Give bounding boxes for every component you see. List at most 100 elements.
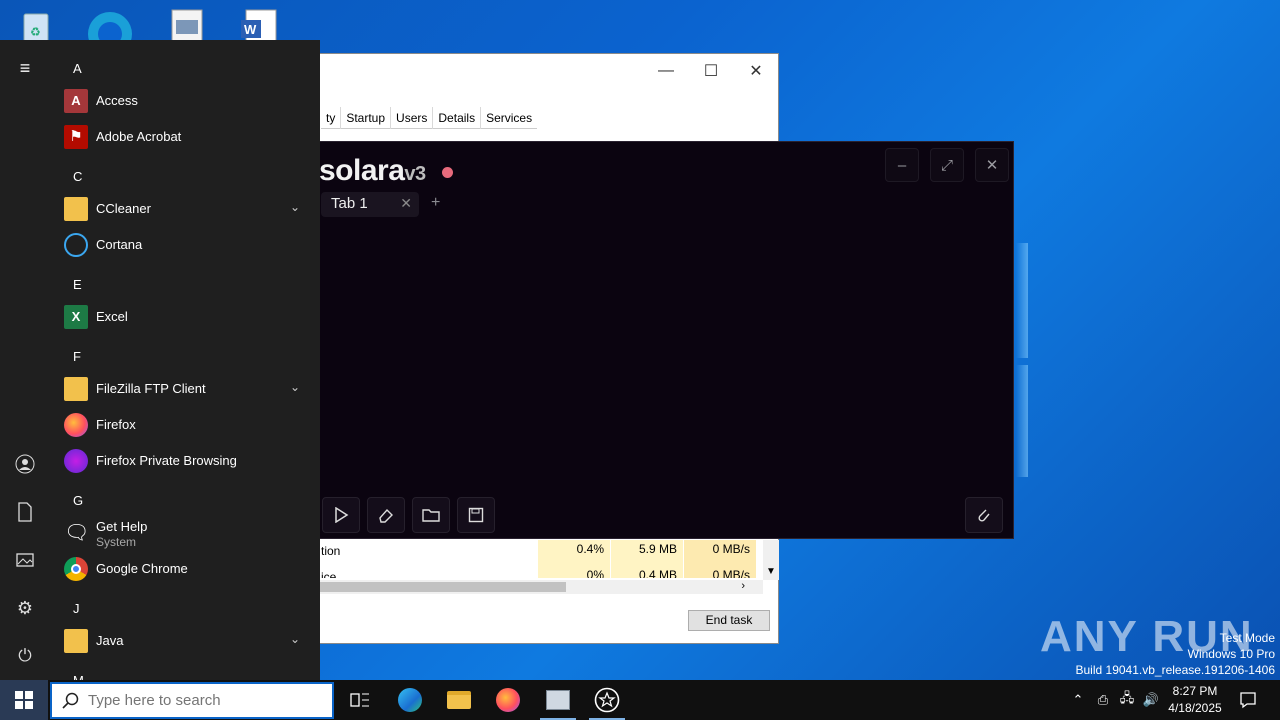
pictures-icon[interactable] [13,548,37,572]
recycle-bin-icon[interactable]: ♻ [14,6,58,43]
scrollbar-thumb[interactable] [301,582,566,592]
logo-text: solara [319,154,405,187]
minimize-button[interactable]: — [643,58,689,84]
group-letter[interactable]: C [73,169,82,184]
close-button[interactable]: ✕ [975,148,1009,182]
app-java[interactable]: Java ⌄ [60,623,310,659]
end-task-button[interactable]: End task [688,610,770,631]
app-firefox-private[interactable]: Firefox Private Browsing [60,443,310,479]
wallpaper-beam [1016,243,1028,358]
device-icon[interactable]: ⎙ [1093,680,1113,720]
close-button[interactable]: ✕ [733,58,779,84]
solara-window: solarav3 – ⤢ ✕ Tab 1 ✕ + [300,141,1014,539]
cpu-cell: 0% [538,566,610,578]
app-name: FileZilla FTP Client [96,381,206,396]
taskbar-firefox[interactable] [484,680,532,720]
tab-startup[interactable]: Startup [340,107,390,129]
app-cortana[interactable]: Cortana [60,227,310,263]
app-name: Access [96,93,138,108]
chevron-down-icon[interactable]: ⌄ [290,200,300,214]
disk-cell: 0 MB/s [684,566,756,578]
expand-button[interactable]: ⤢ [930,148,964,182]
edge-icon[interactable] [88,6,132,56]
start-menu: ≡ ⚙ ⏻ A A Access ⚑ Adobe Acrobat C CClea… [0,40,320,680]
open-file-button[interactable] [412,497,450,533]
firefox-private-icon [64,449,88,473]
search-input[interactable] [88,692,318,709]
script-editor[interactable] [311,226,1005,490]
system-clock[interactable]: 8:27 PM 4/18/2025 [1160,683,1230,717]
folder-icon [422,509,440,522]
wallpaper-beam [1016,365,1028,477]
clock-date: 4/18/2025 [1168,701,1222,715]
search-icon [62,692,79,709]
group-letter[interactable]: A [73,61,82,76]
group-letter[interactable]: M [73,673,84,680]
close-tab-icon[interactable]: ✕ [400,195,412,212]
folder-icon [64,629,88,653]
clear-button[interactable] [367,497,405,533]
vertical-scrollbar[interactable]: ▼ [763,540,779,580]
scroll-right-icon[interactable]: › [741,580,745,592]
action-center-icon[interactable] [1236,680,1260,720]
app-firefox[interactable]: Firefox [60,407,310,443]
save-button[interactable] [457,497,495,533]
execute-button[interactable] [322,497,360,533]
taskbar-task-manager[interactable] [534,680,582,720]
test-mode-text: Test Mode Windows 10 Pro Build 19041.vb_… [1076,630,1276,678]
hamburger-menu-icon[interactable]: ≡ [13,56,37,80]
eraser-icon [379,508,393,523]
memory-cell: 0.4 MB [611,566,683,578]
tab-performance[interactable]: ty [321,107,340,129]
group-letter[interactable]: J [73,601,80,616]
app-get-help[interactable]: 🗨 Get Help System [60,515,310,555]
word-icon[interactable]: W [238,6,282,43]
attach-button[interactable] [965,497,1003,533]
minimize-button[interactable]: – [885,148,919,182]
editor-tab[interactable]: Tab 1 ✕ [321,192,419,217]
app-adobe-acrobat[interactable]: ⚑ Adobe Acrobat [60,119,310,155]
maximize-button[interactable]: ☐ [688,58,734,84]
volume-icon[interactable]: 🔊 [1141,680,1161,720]
process-name: ice [321,570,337,578]
process-row[interactable]: tion 0.4% 5.9 MB 0 MB/s [301,540,761,566]
tab-details[interactable]: Details [432,107,480,129]
network-icon[interactable]: 🖧 [1117,680,1137,720]
user-account-icon[interactable] [13,452,37,476]
task-view-button[interactable] [336,680,384,720]
group-letter[interactable]: G [73,493,83,508]
taskbar-solara[interactable] [583,680,631,720]
process-row[interactable]: ice 0% 0.4 MB 0 MB/s [301,566,761,578]
taskbar-file-explorer[interactable] [435,680,483,720]
app-access[interactable]: A Access [60,83,310,119]
horizontal-scrollbar[interactable]: › [301,580,763,594]
settings-gear-icon[interactable]: ⚙ [13,596,37,620]
test-mode-line: Test Mode [1219,631,1275,645]
save-icon [468,507,484,523]
show-hidden-icons-button[interactable]: ⌃ [1068,680,1088,720]
start-button[interactable] [0,680,48,720]
tab-users[interactable]: Users [390,107,432,129]
solara-logo: solarav3 [319,154,426,188]
edge-icon [398,688,422,712]
group-letter[interactable]: E [73,277,82,292]
chevron-down-icon[interactable]: ⌄ [290,380,300,394]
power-icon[interactable]: ⏻ [13,644,37,668]
tab-label: Tab 1 [331,195,368,212]
taskbar-search-box[interactable] [50,682,334,719]
app-filezilla[interactable]: FileZilla FTP Client ⌄ [60,371,310,407]
logo-version: v3 [404,163,426,185]
folder-icon [64,377,88,401]
document-icon[interactable] [166,6,210,43]
tab-services[interactable]: Services [480,107,537,129]
group-letter[interactable]: F [73,349,81,364]
documents-icon[interactable] [13,500,37,524]
app-ccleaner[interactable]: CCleaner ⌄ [60,191,310,227]
access-icon: A [64,89,88,113]
taskbar-edge[interactable] [386,680,434,720]
memory-cell: 5.9 MB [611,540,683,566]
app-excel[interactable]: X Excel [60,299,310,335]
app-google-chrome[interactable]: Google Chrome [60,551,310,587]
chevron-down-icon[interactable]: ⌄ [290,632,300,646]
add-tab-icon[interactable]: + [431,194,440,212]
